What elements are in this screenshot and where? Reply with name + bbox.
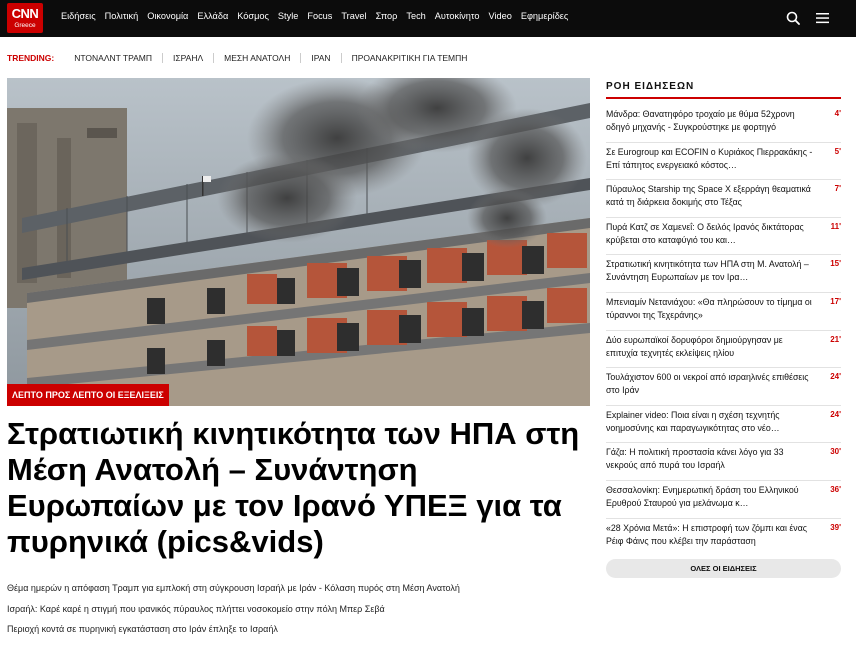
feed-item-time: 39' [830,522,841,532]
nav-item-greece[interactable]: Ελλάδα [197,11,228,21]
feed-item-time: 7' [834,184,841,194]
nav-item-focus[interactable]: Focus [307,11,332,21]
nav-item-politics[interactable]: Πολιτική [105,11,139,21]
nav-item-sports[interactable]: Σπορ [376,11,398,21]
feed-item-time: 15' [830,259,841,269]
list-item[interactable]: Δύο ευρωπαϊκοί δορυφόροι δημιούργησαν με… [606,331,841,369]
list-item[interactable]: Σε Eurogroup και ECOFIN ο Κυριάκος Πιερρ… [606,143,841,181]
feed-item-time: 24' [830,372,841,382]
feed-item-time: 11' [830,221,841,231]
hero-image[interactable] [7,78,590,406]
trending-item-israel[interactable]: ΙΣΡΑΗΛ [163,53,215,63]
trending-item-iran[interactable]: ΙΡΑΝ [301,53,342,63]
feed-item-time: 30' [830,447,841,457]
feed-item-text[interactable]: Σε Eurogroup και ECOFIN ο Κυριάκος Πιερρ… [606,146,816,172]
logo-main-text: CNN [11,6,39,21]
trending-label: TRENDING: [7,53,55,63]
list-item[interactable]: «28 Χρόνια Μετά»: Η επιστροφή των ζόμπι … [606,519,841,557]
main-headline[interactable]: Στρατιωτική κινητικότητα των ΗΠΑ στη Μέσ… [7,416,593,560]
list-item[interactable]: Μπενιαμίν Νετανιάχου: «Θα πληρώσουν το τ… [606,293,841,331]
feed-item-text[interactable]: Μπενιαμίν Νετανιάχου: «Θα πληρώσουν το τ… [606,296,816,322]
feed-item-time: 17' [830,296,841,306]
feed-item-text[interactable]: Στρατιωτική κινητικότητα των ΗΠΑ στη Μ. … [606,258,816,284]
feed-title-underline [606,97,841,99]
nav-item-world[interactable]: Κόσμος [237,11,269,21]
feed-item-time: 5' [834,146,841,156]
nav-item-news[interactable]: Ειδήσεις [61,11,96,21]
feed-item-text[interactable]: Δύο ευρωπαϊκοί δορυφόροι δημιούργησαν με… [606,334,816,360]
nav-item-style[interactable]: Style [278,11,298,21]
trending-item-trump[interactable]: ΝΤΟΝΑΛΝΤ ΤΡΑΜΠ [64,53,164,63]
list-item[interactable]: Τουλάχιστον 600 οι νεκροί από ισραηλινές… [606,368,841,406]
list-item[interactable]: Μάνδρα: Θανατηφόρο τροχαίο με θύμα 52χρο… [606,105,841,143]
feed-item-text[interactable]: Γάζα: Η πολιτική προστασία κάνει λόγο γι… [606,446,816,472]
list-item[interactable]: Explainer video: Ποια είναι η σχέση τεχν… [606,406,841,444]
all-news-button[interactable]: ΟΛΕΣ ΟΙ ΕΙΔΗΣΕΙΣ [606,559,841,578]
feed-item-text[interactable]: Τουλάχιστον 600 οι νεκροί από ισραηλινές… [606,371,816,397]
feed-item-time: 4' [834,109,841,118]
list-item[interactable]: Γάζα: Η πολιτική προστασία κάνει λόγο γι… [606,443,841,481]
hamburger-menu-icon[interactable] [816,12,829,24]
feed-item-time: 24' [830,409,841,419]
trending-item-tempi[interactable]: ΠΡΟΑΝΑΚΡΙΤΙΚΗ ΓΙΑ ΤΕΜΠΗ [342,53,478,63]
nav-item-travel[interactable]: Travel [341,11,366,21]
list-item[interactable]: Πυρά Κατζ σε Χαμενεΐ: Ο δειλός Ιρανός δι… [606,218,841,256]
top-nav-bar: CNN Greece Ειδήσεις Πολιτική Οικονομία Ε… [0,0,856,37]
hero-image-illustration [7,78,590,406]
feed-item-text[interactable]: Θεσσαλονίκη: Ενημερωτική δράση του Ελλην… [606,484,816,510]
list-item[interactable]: Θεσσαλονίκη: Ενημερωτική δράση του Ελλην… [606,481,841,519]
feed-item-time: 21' [830,334,841,344]
nav-item-tech[interactable]: Tech [406,11,425,21]
feed-item-time: 36' [830,484,841,494]
related-link[interactable]: Θέμα ημερών η απόφαση Τραμπ για εμπλοκή … [7,583,590,604]
feed-item-text[interactable]: Μάνδρα: Θανατηφόρο τροχαίο με θύμα 52χρο… [606,108,816,134]
feed-item-text[interactable]: «28 Χρόνια Μετά»: Η επιστροφή των ζόμπι … [606,522,816,548]
related-links: Θέμα ημερών η απόφαση Τραμπ για εμπλοκή … [7,583,590,645]
live-updates-badge[interactable]: ΛΕΠΤΟ ΠΡΟΣ ΛΕΠΤΟ ΟΙ ΕΞΕΛΙΞΕΙΣ [7,384,169,406]
news-feed-title: ΡΟΗ ΕΙΔΗΣΕΩΝ [606,81,695,92]
related-link[interactable]: Περιοχή κοντά σε πυρηνική εγκατάσταση στ… [7,624,590,645]
list-item[interactable]: Στρατιωτική κινητικότητα των ΗΠΑ στη Μ. … [606,255,841,293]
nav-item-newspapers[interactable]: Εφημερίδες [521,11,569,21]
trending-item-middle-east[interactable]: ΜΕΣΗ ΑΝΑΤΟΛΗ [214,53,302,63]
news-feed-list: Μάνδρα: Θανατηφόρο τροχαίο με θύμα 52χρο… [606,105,841,556]
trending-bar: TRENDING: ΝΤΟΝΑΛΝΤ ΤΡΑΜΠ ΙΣΡΑΗΛ ΜΕΣΗ ΑΝΑ… [7,52,477,64]
feed-item-text[interactable]: Πυρά Κατζ σε Χαμενεΐ: Ο δειλός Ιρανός δι… [606,221,816,247]
related-link[interactable]: Ισραήλ: Καρέ καρέ η στιγμή που ιρανικός … [7,604,590,625]
feed-item-text[interactable]: Explainer video: Ποια είναι η σχέση τεχν… [606,409,816,435]
search-icon[interactable] [786,11,800,25]
nav-item-auto[interactable]: Αυτοκίνητο [435,11,480,21]
list-item[interactable]: Πύραυλος Starship της Space X εξερράγη θ… [606,180,841,218]
nav-item-video[interactable]: Video [489,11,512,21]
nav-item-economy[interactable]: Οικονομία [147,11,188,21]
feed-item-text[interactable]: Πύραυλος Starship της Space X εξερράγη θ… [606,183,816,209]
logo-sub-text: Greece [14,22,36,29]
main-nav: Ειδήσεις Πολιτική Οικονομία Ελλάδα Κόσμο… [61,11,568,21]
cnn-greece-logo[interactable]: CNN Greece [7,3,43,33]
